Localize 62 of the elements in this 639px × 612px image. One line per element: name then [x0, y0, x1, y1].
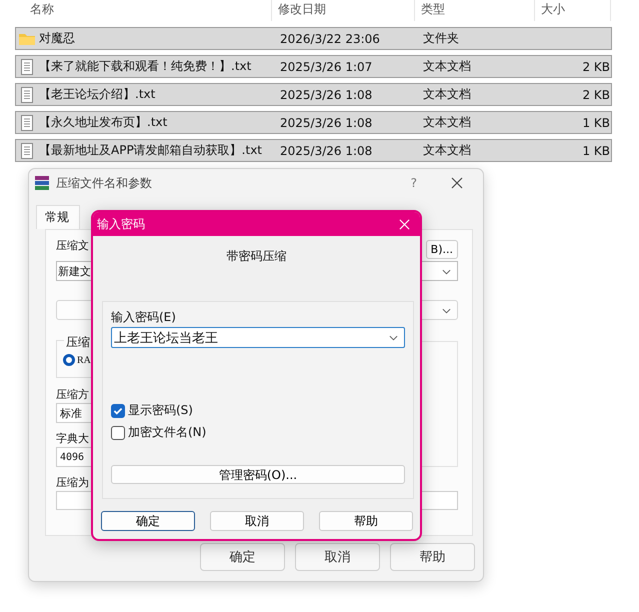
- document-icon: [18, 58, 36, 74]
- field-label: 压缩文: [56, 238, 89, 253]
- file-type: 文本文档: [423, 142, 472, 159]
- field-label: 输入密码(E): [111, 310, 177, 324]
- file-date: 2025/3/26 1:08: [280, 144, 374, 158]
- window-title: 输入密码: [97, 216, 145, 232]
- document-icon: [18, 86, 36, 102]
- chevron-icon: [389, 335, 398, 341]
- archive-icon: [34, 175, 50, 191]
- checkbox-label: 显示密码(S): [128, 402, 193, 419]
- dialog-button[interactable]: 取消: [210, 511, 304, 531]
- tab[interactable]: 常规: [36, 205, 80, 229]
- file-name: 【老王论坛介绍】.txt: [39, 86, 156, 103]
- file-date: 2026/3/22 23:06: [280, 32, 381, 46]
- checkbox-label: 加密文件名(N): [128, 424, 206, 441]
- dialog-button[interactable]: 确定: [101, 511, 195, 531]
- file-date: 2025/3/26 1:08: [280, 88, 374, 102]
- dialog-button[interactable]: 确定: [200, 543, 285, 571]
- file-name: 【最新地址及APP请发邮箱自动获取】.txt: [39, 142, 262, 159]
- file-type: 文本文档: [423, 114, 472, 131]
- dialog-button[interactable]: 帮助: [319, 511, 413, 531]
- checkbox[interactable]: [111, 426, 125, 440]
- file-date: 2025/3/26 1:08: [280, 116, 374, 130]
- column-header[interactable]: 大小: [535, 0, 611, 21]
- dialog-button[interactable]: 取消: [295, 543, 380, 571]
- browse-button[interactable]: B)...: [426, 240, 458, 258]
- file-name: 【来了就能下载和观看！纯免费！】.txt: [39, 58, 252, 75]
- field-label: 字典大: [56, 431, 89, 446]
- chevron-icon: [442, 308, 451, 314]
- file-row[interactable]: 【老王论坛介绍】.txt 2025/3/26 1:08 文本文档 2 KB: [15, 83, 612, 106]
- file-size: 2 KB: [582, 60, 610, 74]
- file-row[interactable]: 【来了就能下载和观看！纯免费！】.txt 2025/3/26 1:07 文本文档 2 KB: [15, 55, 612, 78]
- close-icon[interactable]: [451, 177, 463, 189]
- file-type: 文件夹: [423, 30, 460, 47]
- radio-label: RA: [77, 354, 91, 366]
- chevron-icon: [442, 269, 451, 275]
- file-row[interactable]: 【永久地址发布页】.txt 2025/3/26 1:08 文本文档 1 KB: [15, 111, 612, 134]
- column-header[interactable]: 名称: [15, 0, 272, 21]
- column-header[interactable]: 修改日期: [272, 0, 415, 21]
- file-name: 【永久地址发布页】.txt: [39, 114, 168, 131]
- radio-button[interactable]: [63, 354, 75, 366]
- checkbox[interactable]: [111, 404, 125, 418]
- file-type: 文本文档: [423, 58, 472, 75]
- file-date: 2025/3/26 1:07: [280, 60, 374, 74]
- field-label: 压缩方: [56, 387, 89, 402]
- password-field[interactable]: 上老王论坛当老王: [111, 327, 405, 348]
- file-type: 文本文档: [423, 86, 472, 103]
- file-size: 2 KB: [582, 88, 610, 102]
- column-header[interactable]: 类型: [415, 0, 535, 21]
- file-size: 1 KB: [582, 144, 610, 158]
- document-icon: [18, 142, 36, 158]
- file-name: 对魔忍: [39, 30, 75, 47]
- file-row[interactable]: 对魔忍 2026/3/22 23:06 文件夹: [15, 27, 612, 50]
- field-label: 压缩为: [56, 475, 89, 490]
- manage-passwords-button[interactable]: 管理密码(O)...: [111, 465, 405, 484]
- help-button[interactable]: ?: [410, 176, 417, 190]
- file-row[interactable]: 【最新地址及APP请发邮箱自动获取】.txt 2025/3/26 1:08 文本文档 1 KB: [15, 139, 612, 162]
- window-title: 压缩文件名和参数: [56, 174, 152, 192]
- dialog-button[interactable]: 帮助: [390, 543, 475, 571]
- document-icon: [18, 114, 36, 130]
- dialog-heading: 带密码压缩: [226, 248, 288, 265]
- file-size: 1 KB: [582, 116, 610, 130]
